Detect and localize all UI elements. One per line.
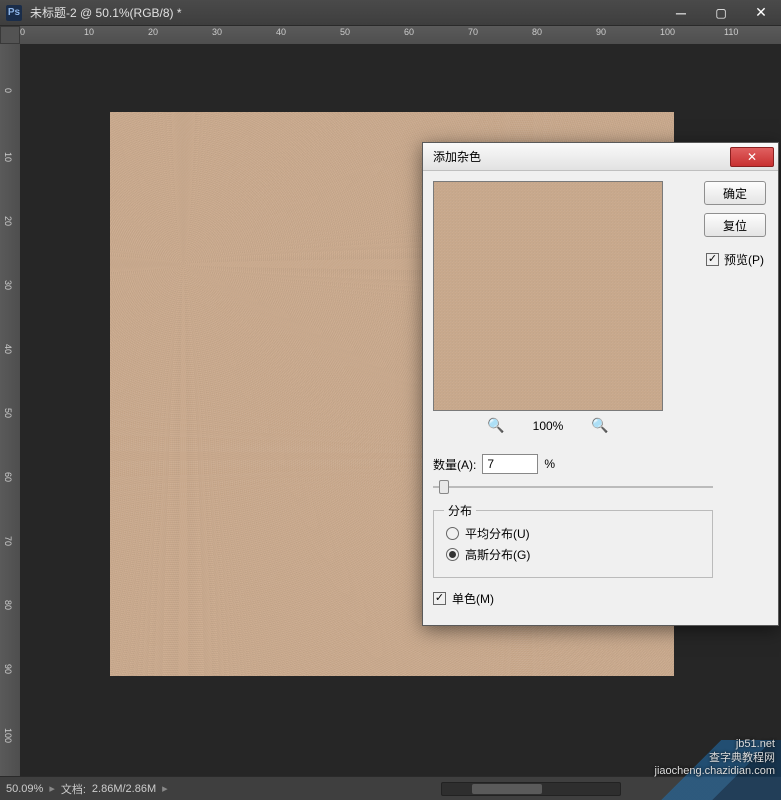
ruler-h-tick: 0 [20,27,25,37]
ruler-v-tick: 50 [3,408,13,418]
ruler-v-tick: 60 [3,472,13,482]
ruler-h-tick: 70 [468,27,478,37]
ruler-v-tick: 70 [3,536,13,546]
ok-button[interactable]: 确定 [704,181,766,205]
ruler-h-tick: 100 [660,27,675,37]
gaussian-radio[interactable] [446,548,459,561]
reset-button[interactable]: 复位 [704,213,766,237]
ruler-h-tick: 30 [212,27,222,37]
uniform-radio[interactable] [446,527,459,540]
amount-unit: % [544,457,555,471]
add-noise-dialog: 添加杂色 🔍 100% 🔍 数量(A): % 分布 平均分布(U) [422,142,779,626]
watermark: jb51.net 查字典教程网 jiaocheng.chazidian.com [655,738,775,778]
ruler-v-tick: 100 [3,728,13,743]
ruler-h-tick: 20 [148,27,158,37]
window-titlebar: Ps 未标题-2 @ 50.1%(RGB/8) * [0,0,781,26]
scrollbar-thumb[interactable] [472,784,542,794]
distribution-group: 分布 平均分布(U) 高斯分布(G) [433,510,713,578]
ruler-h-tick: 80 [532,27,542,37]
ruler-corner [0,26,20,44]
status-arrow-icon[interactable]: ▸ [49,782,55,795]
dialog-close-button[interactable] [730,147,774,167]
ruler-v-tick: 80 [3,600,13,610]
ruler-h-tick: 60 [404,27,414,37]
uniform-label: 平均分布(U) [465,525,530,542]
preview-noise-texture [434,182,662,410]
distribution-legend: 分布 [444,502,476,519]
ruler-horizontal[interactable]: 0 10 20 30 40 50 60 70 80 90 100 110 [20,26,781,44]
status-chevron-icon[interactable]: ▸ [162,782,168,795]
window-maximize-button[interactable] [701,1,741,25]
ruler-v-tick: 90 [3,664,13,674]
noise-preview[interactable] [433,181,663,411]
status-zoom[interactable]: 50.09% [6,783,43,795]
ruler-v-tick: 10 [3,152,13,162]
amount-slider[interactable] [433,480,713,494]
ruler-h-tick: 10 [84,27,94,37]
slider-thumb[interactable] [439,480,449,494]
window-minimize-button[interactable] [661,1,701,25]
dialog-titlebar[interactable]: 添加杂色 [423,143,778,171]
slider-track [433,486,713,488]
monochrome-checkbox[interactable] [433,592,446,605]
preview-checkbox[interactable] [706,253,719,266]
ruler-v-tick: 0 [3,88,13,93]
ruler-h-tick: 90 [596,27,606,37]
ruler-h-tick: 40 [276,27,286,37]
window-close-button[interactable] [741,1,781,25]
app-logo: Ps [6,5,22,21]
monochrome-label: 单色(M) [452,590,494,607]
status-doc-label: 文档: [61,781,86,797]
status-doc-value: 2.86M/2.86M [92,783,156,795]
window-title: 未标题-2 @ 50.1%(RGB/8) * [30,4,182,21]
ruler-v-tick: 40 [3,344,13,354]
ruler-h-tick: 110 [724,27,738,37]
ruler-vertical[interactable]: 100102030405060708090100 [0,44,20,776]
gaussian-label: 高斯分布(G) [465,546,530,563]
zoom-in-icon[interactable]: 🔍 [591,417,608,434]
amount-label: 数量(A): [433,456,476,473]
ruler-v-tick: 20 [3,216,13,226]
dialog-title: 添加杂色 [433,148,481,165]
preview-label: 预览(P) [724,251,764,268]
zoom-percent: 100% [533,419,564,433]
ruler-h-tick: 50 [340,27,350,37]
ruler-v-tick: 30 [3,280,13,290]
amount-input[interactable] [482,454,538,474]
zoom-out-icon[interactable]: 🔍 [487,417,504,434]
